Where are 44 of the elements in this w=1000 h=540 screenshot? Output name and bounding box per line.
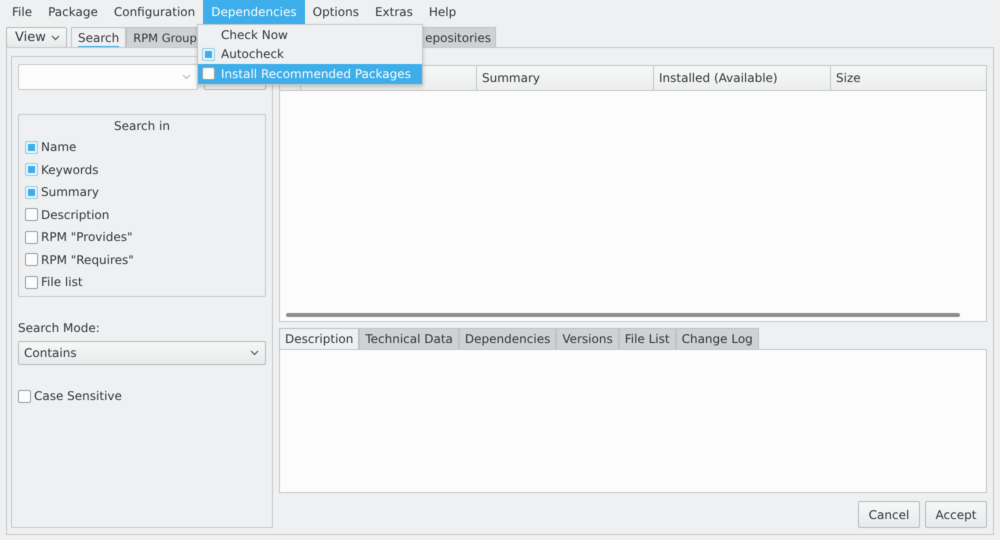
column-header[interactable]: Summary [477,66,654,90]
column-header[interactable]: Size [831,66,986,90]
menu-item[interactable]: Options [304,0,367,24]
group-title: Search in [113,119,171,133]
chevron-icon [182,74,191,80]
checkbox-label: Name [41,140,76,154]
tab[interactable]: Technical Data [359,328,459,350]
checkbox-label: Description [41,208,110,222]
checkbox[interactable] [25,140,38,154]
scrollbar[interactable] [286,313,960,318]
tab[interactable]: File List [618,328,676,350]
menu-item[interactable]: Extras [366,0,421,24]
column-header[interactable]: Installed (Available) [654,66,831,90]
checkbox-label: RPM "Provides" [41,230,133,244]
checkbox-label: Case Sensitive [34,389,122,404]
checkbox-label: Keywords [41,162,99,177]
checkbox-label: Summary [41,185,99,200]
chevron-icon [51,34,60,40]
search-mode-label: Search Mode: [18,321,101,335]
menu-item[interactable]: Help [420,0,464,24]
search-mode-dropdown[interactable]: Contains [18,341,266,365]
checkbox-label: File list [41,275,83,290]
checkbox[interactable] [25,163,38,176]
checkbox[interactable] [25,276,38,289]
checkbox[interactable] [25,186,38,199]
tab[interactable]: Change Log [676,328,759,350]
dialog-button[interactable]: Cancel [858,501,920,528]
chevron-icon [250,350,259,356]
checkbox[interactable] [18,390,31,403]
checkbox-label: RPM "Requires" [41,252,134,267]
search-combo-field[interactable] [18,64,198,90]
dialog-button[interactable]: Accept [925,501,987,528]
menu-item[interactable]: Package [40,0,106,24]
tab[interactable]: Description [279,328,360,350]
tab[interactable]: Search [71,27,126,48]
view-dropdown[interactable]: View [6,27,67,48]
tab[interactable]: Versions [556,328,619,350]
checkbox[interactable] [25,208,38,222]
menu-item[interactable]: Configuration [106,0,204,24]
tab[interactable]: Dependencies [458,328,556,350]
checkbox[interactable] [25,230,38,244]
checkbox[interactable] [25,253,38,266]
menu-item[interactable]: File [4,0,40,24]
tab[interactable]: epositories [420,27,496,48]
